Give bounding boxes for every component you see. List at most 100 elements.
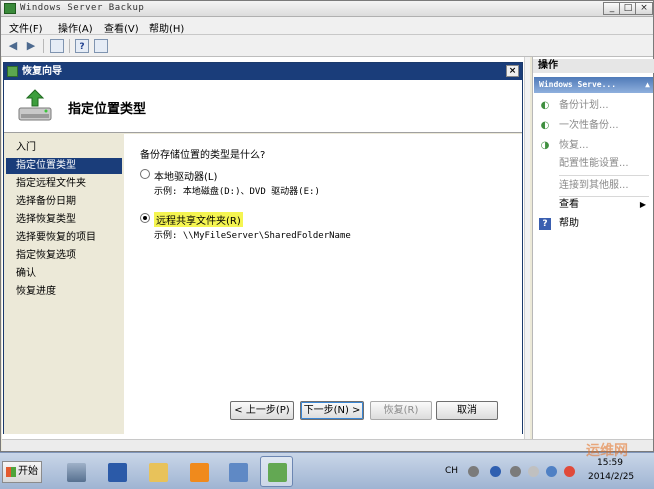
nav-item-recover-items[interactable]: 选择要恢复的项目 [6,230,122,246]
option-example: 示例: 本地磁盘(D:)、DVD 驱动器(E:) [154,187,320,197]
folder-icon [149,463,168,482]
action-center-icon[interactable] [564,466,575,477]
backup-once-icon: ◐ [540,120,550,131]
action-backup-schedule[interactable]: ◐ 备份计划... [533,97,654,115]
start-label: 开始 [18,466,38,477]
menu-bar: 文件(F) 操作(A) 查看(V) 帮助(H) [1,17,653,35]
backup-icon [268,463,287,482]
actions-pane: 操作 Windows Serve... ▲ ◐ 备份计划... ◐ 一次性备份.… [532,57,654,439]
dialog-title-bar: 恢复向导 × [4,63,522,80]
toolbar-separator [69,39,70,53]
close-button[interactable]: × [635,2,653,15]
keyboard-icon[interactable] [468,466,479,477]
option-label: 本地驱动器(L) [154,172,218,183]
console-tree-icon[interactable] [50,39,64,53]
taskbar-app-orange[interactable] [182,456,215,487]
clock-date: 2014/2/25 [588,472,635,482]
network-icon [229,463,248,482]
title-bar: Windows Server Backup _ □ × [1,1,653,17]
dialog-close-button[interactable]: × [506,65,519,77]
radio-remote-share[interactable] [140,213,150,223]
forward-arrow-icon[interactable]: ▶ [24,39,38,53]
recover-button[interactable]: 恢复(R) [370,401,432,420]
option-label: 远程共享文件夹(R) [154,212,243,227]
actions-subheader[interactable]: Windows Serve... ▲ [534,77,653,93]
recovery-wizard-icon [7,66,18,77]
backup-schedule-icon: ◐ [540,100,550,111]
recovery-drive-icon [18,89,52,121]
taskbar-explorer[interactable] [141,456,174,487]
window-title: Windows Server Backup [20,3,145,13]
network-tray-icon[interactable] [546,466,557,477]
powershell-icon [108,463,127,482]
action-pane-icon[interactable] [94,39,108,53]
taskbar-windows-backup[interactable] [260,456,293,487]
wizard-nav: 入门 指定位置类型 指定远程文件夹 选择备份日期 选择恢复类型 选择要恢复的项目… [4,134,124,434]
taskbar-powershell[interactable] [100,456,133,487]
back-button[interactable]: < 上一步(P) [230,401,294,420]
action-label: 一次性备份... [559,120,619,131]
toolbar-separator [43,39,44,53]
wizard-body: 备份存储位置的类型是什么? 本地驱动器(L) 示例: 本地磁盘(D:)、DVD … [124,134,522,434]
nav-item-progress[interactable]: 恢复进度 [6,284,122,300]
toolbar: ◀ ▶ ? [1,35,653,57]
nav-item-getting-started[interactable]: 入门 [6,140,122,156]
collapse-up-icon[interactable]: ▲ [645,77,650,93]
action-label: 配置性能设置... [559,158,629,169]
action-label: 帮助 [559,218,579,229]
action-backup-once[interactable]: ◐ 一次性备份... [533,117,654,135]
action-help[interactable]: ? 帮助 [533,215,654,233]
radio-local-drive[interactable] [140,169,150,179]
action-label: 查看 [559,199,579,210]
cancel-button[interactable]: 取消 [436,401,498,420]
watermark-text: 运维网 [586,443,628,459]
option-example: 示例: \\MyFileServer\SharedFolderName [154,231,351,241]
menu-action[interactable]: 操作(A) [58,20,93,35]
help-icon: ? [539,218,551,230]
menu-help[interactable]: 帮助(H) [149,20,184,35]
page-title: 指定位置类型 [68,102,147,117]
language-indicator[interactable]: CH [445,466,458,476]
main-window: Windows Server Backup _ □ × 文件(F) 操作(A) … [0,0,654,452]
next-button[interactable]: 下一步(N) > [300,401,364,420]
recover-icon: ◑ [540,140,550,151]
server-manager-icon [67,463,86,482]
nav-item-backup-date[interactable]: 选择备份日期 [6,194,122,210]
submenu-arrow-icon: ▶ [639,200,646,209]
nav-item-remote-folder[interactable]: 指定远程文件夹 [6,176,122,192]
taskbar-server-manager[interactable] [59,456,92,487]
actions-subheader-label: Windows Serve... [539,80,617,89]
orange-app-icon [190,463,209,482]
dialog-title: 恢复向导 [22,66,62,77]
nav-item-recovery-options[interactable]: 指定恢复选项 [6,248,122,264]
action-label: 备份计划... [559,100,609,111]
menu-file[interactable]: 文件(F) [9,20,43,35]
vertical-scrollbar[interactable] [524,57,530,439]
action-view[interactable]: 查看 ▶ [533,196,654,214]
windows-logo-icon [6,467,16,477]
options-icon[interactable] [510,466,521,477]
recovery-wizard-dialog: 恢复向导 × 指定位置类型 入门 指定位置类型 指定远程文件夹 选择备份日期 选… [3,62,523,434]
dialog-header: 指定位置类型 [4,80,522,133]
app-icon [4,3,16,14]
menu-view[interactable]: 查看(V) [104,20,139,35]
action-label: 连接到其他服... [559,180,629,191]
nav-item-recovery-type[interactable]: 选择恢复类型 [6,212,122,228]
taskbar: 开始 CH 15:59 2014/2/25 [0,452,654,489]
question-text: 备份存储位置的类型是什么? [140,150,266,161]
status-bar [2,439,653,451]
actions-header: 操作 [533,59,654,73]
flag-tray-icon[interactable] [528,466,539,477]
actions-separator [559,175,649,176]
action-recover[interactable]: ◑ 恢复... [533,137,654,155]
taskbar-network[interactable] [221,456,254,487]
action-label: 恢复... [559,140,589,151]
help-tray-icon[interactable] [490,466,501,477]
help-icon[interactable]: ? [75,39,89,53]
nav-item-location-type[interactable]: 指定位置类型 [6,158,122,174]
action-configure-performance[interactable]: 配置性能设置... [533,155,654,173]
nav-item-confirm[interactable]: 确认 [6,266,122,282]
back-arrow-icon[interactable]: ◀ [6,39,20,53]
start-button[interactable]: 开始 [2,461,42,483]
action-connect-server[interactable]: 连接到其他服... [533,177,654,195]
